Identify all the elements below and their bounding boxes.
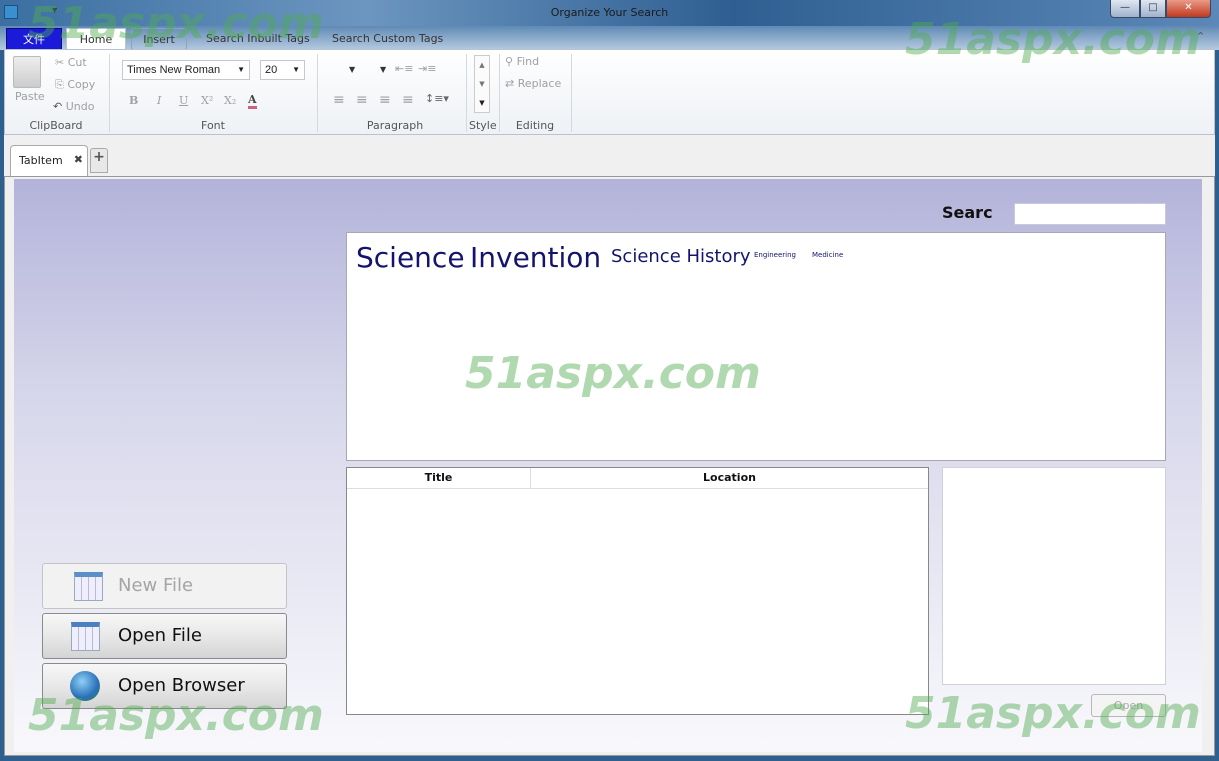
tag-science[interactable]: Science bbox=[356, 241, 465, 274]
align-center-icon[interactable]: ≡ bbox=[356, 92, 368, 108]
font-group-label: Font bbox=[201, 119, 225, 132]
editing-group-label: Editing bbox=[515, 119, 555, 132]
justify-icon[interactable]: ≡ bbox=[402, 92, 414, 108]
line-spacing-icon[interactable]: ↕≡▾ bbox=[425, 92, 449, 105]
tag-engineering[interactable]: Engineering bbox=[754, 251, 796, 259]
calendar-icon bbox=[74, 572, 103, 601]
tag-science-history[interactable]: Science History bbox=[611, 246, 751, 267]
replace-button[interactable]: ⇄ Replace bbox=[505, 77, 561, 90]
undo-icon: ↶ bbox=[53, 100, 63, 113]
bullets-dropdown-icon[interactable]: ▼ bbox=[349, 65, 355, 74]
file-tab[interactable]: 文件 bbox=[6, 28, 62, 50]
paste-button[interactable]: Paste bbox=[15, 90, 45, 103]
close-button[interactable]: ✕ bbox=[1166, 0, 1211, 18]
scissors-icon: ✂ bbox=[55, 56, 65, 69]
tag-invention[interactable]: Invention bbox=[470, 241, 601, 274]
superscript-button[interactable]: X² bbox=[201, 94, 213, 107]
document-tab-strip bbox=[4, 135, 1215, 177]
new-file-button[interactable]: New File bbox=[42, 563, 287, 609]
globe-icon bbox=[70, 671, 100, 701]
cut-button[interactable]: ✂ Cut bbox=[55, 56, 87, 69]
style-gallery-scroller[interactable]: ▲ ▼ ▼ bbox=[474, 55, 490, 113]
tab-search-custom-tags[interactable]: Search Custom Tags bbox=[322, 28, 453, 50]
chevron-down-icon: ▼ bbox=[237, 65, 245, 74]
title-bar: ▾ Organize Your Search — □ ✕ bbox=[0, 0, 1219, 26]
open-button[interactable]: Open bbox=[1091, 694, 1166, 717]
numbering-dropdown-icon[interactable]: ▼ bbox=[380, 65, 386, 74]
close-tab-icon[interactable]: ✖ bbox=[74, 153, 83, 166]
document-tab[interactable]: TabItem ✖ bbox=[10, 145, 88, 176]
minimize-button[interactable]: — bbox=[1110, 0, 1140, 18]
tag-cloud: Science Invention Science History Engine… bbox=[346, 232, 1166, 461]
add-tab-button[interactable]: + bbox=[90, 148, 108, 173]
preview-pane bbox=[942, 467, 1166, 685]
column-header-title[interactable]: Title bbox=[347, 468, 531, 489]
tag-medicine[interactable]: Medicine bbox=[812, 251, 843, 259]
search-input[interactable] bbox=[1014, 203, 1166, 225]
tab-search-inbuilt-tags[interactable]: Search Inbuilt Tags bbox=[196, 28, 320, 50]
underline-button[interactable]: U bbox=[179, 94, 188, 107]
bold-button[interactable]: B bbox=[129, 94, 138, 107]
undo-button[interactable]: ↶ Undo bbox=[53, 100, 94, 113]
copy-icon: ⎘ bbox=[55, 78, 64, 91]
decrease-indent-icon[interactable]: ⇤≡ bbox=[395, 62, 413, 75]
ribbon: Paste ✂ Cut ⎘ Copy ↶ Undo ClipBoard Time… bbox=[4, 49, 1215, 135]
binoculars-icon: ⚲ bbox=[505, 55, 514, 68]
results-table: Title Location bbox=[346, 467, 929, 715]
open-file-button[interactable]: Open File bbox=[42, 613, 287, 659]
subscript-button[interactable]: X₂ bbox=[224, 94, 236, 107]
maximize-button[interactable]: □ bbox=[1140, 0, 1166, 18]
calendar-icon bbox=[71, 622, 100, 651]
chevron-down-icon: ▼ bbox=[292, 65, 300, 74]
align-right-icon[interactable]: ≡ bbox=[379, 92, 391, 108]
font-size-select[interactable]: 20 ▼ bbox=[260, 60, 305, 80]
copy-button[interactable]: ⎘ Copy bbox=[55, 78, 95, 92]
style-group-label: Style bbox=[469, 119, 497, 132]
italic-button[interactable]: I bbox=[157, 94, 161, 107]
search-label: Searc bbox=[942, 203, 993, 222]
window-title: Organize Your Search bbox=[550, 6, 669, 19]
tab-label: TabItem bbox=[19, 154, 63, 167]
increase-indent-icon[interactable]: ⇥≡ bbox=[418, 62, 436, 75]
font-color-button[interactable]: A bbox=[248, 93, 257, 109]
paragraph-group-label: Paragraph bbox=[366, 119, 424, 132]
clipboard-group-label: ClipBoard bbox=[29, 119, 83, 132]
column-header-location[interactable]: Location bbox=[531, 468, 928, 489]
open-browser-button[interactable]: Open Browser bbox=[42, 663, 287, 709]
tab-insert[interactable]: Insert bbox=[131, 28, 187, 50]
collapse-ribbon-icon[interactable]: ⌃ bbox=[1196, 30, 1205, 43]
replace-icon: ⇄ bbox=[505, 77, 515, 90]
font-family-select[interactable]: Times New Roman ▼ bbox=[122, 60, 250, 80]
tab-home[interactable]: Home bbox=[66, 28, 126, 50]
find-button[interactable]: ⚲ Find bbox=[505, 55, 539, 68]
ribbon-tab-row: 文件 Home Insert Search Inbuilt Tags Searc… bbox=[0, 26, 1219, 50]
paste-icon bbox=[13, 56, 41, 88]
align-left-icon[interactable]: ≡ bbox=[333, 92, 345, 108]
